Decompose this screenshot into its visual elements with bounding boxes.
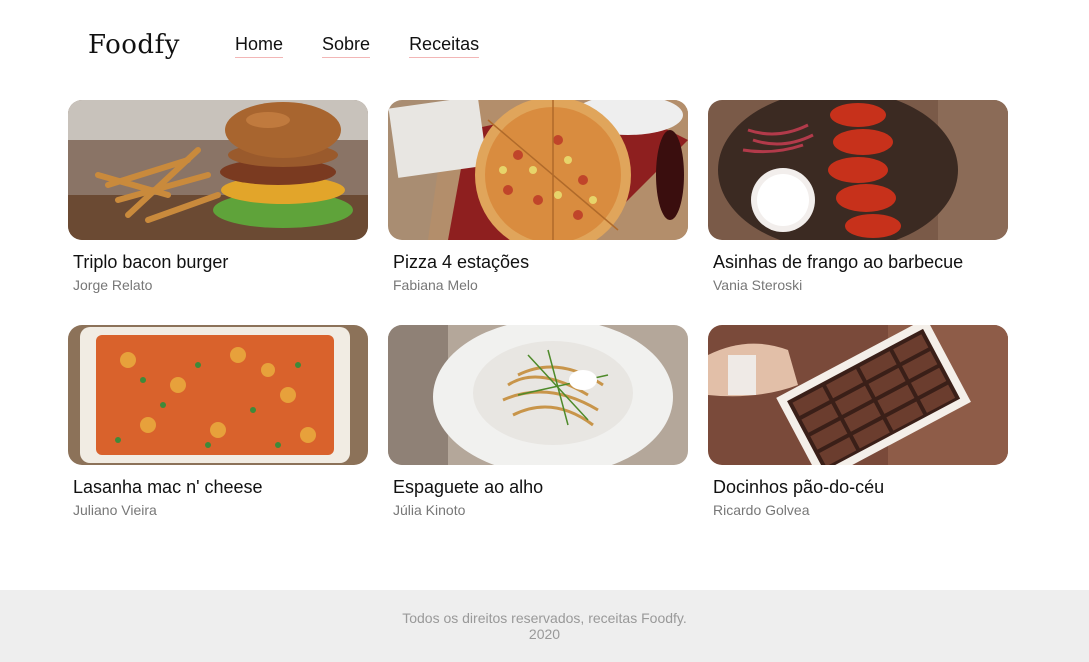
site-header: Foodfy Home Sobre Receitas xyxy=(0,0,1089,90)
recipe-title[interactable]: Docinhos pão-do-céu xyxy=(713,477,1008,498)
recipe-title[interactable]: Asinhas de frango ao barbecue xyxy=(713,252,1008,273)
recipe-title[interactable]: Triplo bacon burger xyxy=(73,252,368,273)
recipe-title[interactable]: Espaguete ao alho xyxy=(393,477,688,498)
pizza-photo-image xyxy=(388,100,688,240)
lasagna-photo[interactable] xyxy=(68,325,368,465)
site-footer: Todos os direitos reservados, receitas F… xyxy=(0,590,1089,662)
recipe-title[interactable]: Pizza 4 estações xyxy=(393,252,688,273)
recipe-author: Jorge Relato xyxy=(73,277,153,293)
pizza-photo[interactable] xyxy=(388,100,688,240)
burger-photo[interactable] xyxy=(68,100,368,240)
chicken-wings-photo[interactable] xyxy=(708,100,1008,240)
chocolates-photo-image xyxy=(708,325,1008,465)
nav-link-home[interactable]: Home xyxy=(235,34,284,58)
chocolates-photo[interactable] xyxy=(708,325,1008,465)
lasagna-photo-image xyxy=(68,325,368,465)
recipe-card[interactable]: Pizza 4 estações Fabiana Melo xyxy=(388,100,688,325)
footer-copyright: Todos os direitos reservados, receitas F… xyxy=(402,610,687,626)
recipe-title[interactable]: Lasanha mac n' cheese xyxy=(73,477,368,498)
site-logo[interactable]: Foodfy xyxy=(88,30,180,60)
nav-link-sobre[interactable]: Sobre xyxy=(322,34,371,58)
spaghetti-photo-image xyxy=(388,325,688,465)
footer-year: 2020 xyxy=(528,626,561,642)
main-nav: Home Sobre Receitas xyxy=(235,34,518,58)
spaghetti-photo[interactable] xyxy=(388,325,688,465)
recipe-card[interactable]: Docinhos pão-do-céu Ricardo Golvea xyxy=(708,325,1008,550)
recipe-author: Vania Steroski xyxy=(713,277,803,293)
recipe-author: Juliano Vieira xyxy=(73,502,157,518)
chicken-wings-photo-image xyxy=(708,100,1008,240)
recipe-author: Fabiana Melo xyxy=(393,277,478,293)
nav-link-receitas[interactable]: Receitas xyxy=(409,34,480,58)
recipe-grid: Triplo bacon burger Jorge Relato Pizza 4… xyxy=(68,100,1008,550)
recipe-card[interactable]: Triplo bacon burger Jorge Relato xyxy=(68,100,368,325)
recipe-card[interactable]: Espaguete ao alho Júlia Kinoto xyxy=(388,325,688,550)
recipe-author: Júlia Kinoto xyxy=(393,502,466,518)
burger-photo-image xyxy=(68,100,368,240)
recipe-author: Ricardo Golvea xyxy=(713,502,810,518)
recipe-card[interactable]: Asinhas de frango ao barbecue Vania Ster… xyxy=(708,100,1008,325)
recipe-card[interactable]: Lasanha mac n' cheese Juliano Vieira xyxy=(68,325,368,550)
